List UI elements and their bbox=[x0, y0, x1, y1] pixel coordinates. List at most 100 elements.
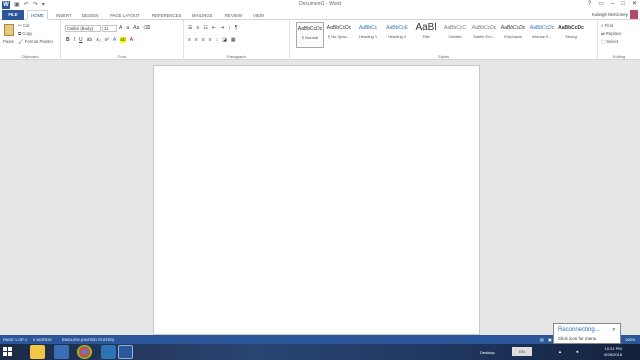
print-layout-icon[interactable]: ▣ bbox=[548, 335, 552, 344]
select-button[interactable]: ⬚ Select bbox=[601, 39, 618, 45]
align-right-icon[interactable]: ≡ bbox=[202, 37, 205, 43]
tab-review[interactable]: REVIEW bbox=[225, 11, 242, 20]
tab-references[interactable]: REFERENCES bbox=[152, 11, 181, 20]
tab-insert[interactable]: INSERT bbox=[56, 11, 72, 20]
tab-page-layout[interactable]: PAGE LAYOUT bbox=[110, 11, 140, 20]
ribbon: Paste ✂ Cut ⧉ Copy 🖌 Format Painter Clip… bbox=[0, 20, 640, 60]
align-left-icon[interactable]: ≡ bbox=[188, 37, 191, 43]
desktop-label[interactable]: Desktop bbox=[480, 350, 495, 355]
minimize-icon[interactable]: – bbox=[611, 0, 614, 9]
style-strong[interactable]: AaBbCcDc Strong bbox=[557, 22, 585, 48]
multilevel-list-icon[interactable]: ☷ bbox=[203, 25, 207, 31]
style-preview: AaBl bbox=[415, 22, 437, 33]
increase-indent-icon[interactable]: ⇥ bbox=[220, 25, 224, 31]
borders-icon[interactable]: ▦ bbox=[231, 37, 236, 43]
justify-icon[interactable]: ≡ bbox=[209, 37, 212, 43]
decrease-indent-icon[interactable]: ⇤ bbox=[212, 25, 216, 31]
tab-design[interactable]: DESIGN bbox=[82, 11, 98, 20]
style-preview: AaBbCcDc bbox=[326, 25, 352, 31]
style-subtle-emphasis[interactable]: AaBbCcDc Subtle Em... bbox=[470, 22, 498, 48]
font-size-controls: A a Aa ⌫ bbox=[119, 25, 150, 31]
close-icon[interactable]: ✕ bbox=[632, 0, 637, 9]
avatar[interactable] bbox=[630, 10, 638, 19]
help-icon[interactable]: ? bbox=[588, 0, 591, 9]
font-color-icon[interactable]: A bbox=[130, 37, 133, 43]
line-spacing-icon[interactable]: ↕ bbox=[216, 37, 219, 43]
align-center-icon[interactable]: ≡ bbox=[195, 37, 198, 43]
ribbon-display-icon[interactable]: ▭ bbox=[598, 0, 604, 9]
style-name: Emphasis bbox=[504, 34, 522, 39]
highlight-icon[interactable]: ab bbox=[120, 37, 126, 43]
text-effects-icon[interactable]: A bbox=[113, 37, 116, 43]
taskbar-app-icon[interactable] bbox=[101, 345, 116, 359]
document-page[interactable] bbox=[153, 65, 480, 335]
paste-button[interactable]: Paste bbox=[3, 39, 14, 44]
read-mode-icon[interactable]: ▤ bbox=[540, 335, 544, 344]
close-icon[interactable]: ✕ bbox=[612, 327, 616, 333]
clock[interactable]: 10:21 PM 6/26/2016 bbox=[604, 346, 622, 358]
sort-icon[interactable]: ↕ bbox=[228, 25, 231, 31]
strikethrough-icon[interactable]: ab bbox=[87, 37, 93, 43]
editing-group: ⌕ Find ⇄ Replace ⬚ Select Editing bbox=[598, 20, 640, 60]
superscript-icon[interactable]: x² bbox=[105, 37, 109, 43]
font-label: Font bbox=[117, 54, 126, 59]
clock-date: 6/26/2016 bbox=[604, 352, 622, 357]
word-taskbar-icon[interactable] bbox=[118, 345, 133, 359]
bold-icon[interactable]: B bbox=[66, 37, 70, 43]
show-formatting-icon[interactable]: ¶ bbox=[235, 25, 238, 31]
format-painter-button[interactable]: 🖌 Format Painter bbox=[18, 39, 53, 45]
language-status[interactable]: ENGLISH (UNITED STATES) bbox=[62, 335, 114, 344]
style-name: Subtitle bbox=[448, 34, 462, 39]
font-family-select[interactable]: Calibri (Body) bbox=[65, 25, 101, 32]
toast-subtitle: Click icon for menu bbox=[558, 336, 597, 341]
paste-icon[interactable] bbox=[4, 24, 14, 36]
word-count[interactable]: 0 WORDS bbox=[33, 335, 52, 344]
style-name: Strong bbox=[565, 34, 577, 39]
tab-mailings[interactable]: MAILINGS bbox=[192, 11, 213, 20]
style-preview: AaBbCcC bbox=[444, 25, 466, 31]
style-subtitle[interactable]: AaBbCcC Subtitle bbox=[441, 22, 469, 48]
user-name[interactable]: Kaleigh McKinney bbox=[592, 11, 628, 19]
style-emphasis[interactable]: AaBbCcDc Emphasis bbox=[499, 22, 527, 48]
style-heading-1[interactable]: AaBbCc Heading 1 bbox=[354, 22, 382, 48]
underline-icon[interactable]: U bbox=[79, 37, 83, 43]
style-name: Heading 1 bbox=[358, 34, 378, 39]
copy-button[interactable]: ⧉ Copy bbox=[18, 31, 32, 36]
page-count[interactable]: PAGE 1 OF 1 bbox=[3, 335, 27, 344]
shading-icon[interactable]: ◪ bbox=[222, 37, 227, 43]
media-player-icon[interactable] bbox=[54, 345, 69, 359]
find-button[interactable]: ⌕ Find bbox=[601, 23, 613, 28]
maximize-icon[interactable]: □ bbox=[621, 0, 625, 9]
bullets-icon[interactable]: ☰ bbox=[188, 25, 192, 31]
reconnecting-toast[interactable]: Reconnecting... ✕ Click icon for menu bbox=[553, 323, 621, 344]
paragraph-label: Paragraph bbox=[227, 54, 246, 59]
chrome-icon[interactable] bbox=[77, 345, 92, 359]
numbering-icon[interactable]: ≡ bbox=[196, 25, 199, 31]
tab-file[interactable]: FILE bbox=[2, 10, 24, 20]
style-heading-2[interactable]: AaBbCcE Heading 2 bbox=[383, 22, 411, 48]
replace-button[interactable]: ⇄ Replace bbox=[601, 31, 622, 37]
keyboard-indicator[interactable]: EN bbox=[512, 347, 532, 356]
network-icon[interactable]: ▲ bbox=[558, 349, 562, 354]
subscript-icon[interactable]: x₂ bbox=[96, 37, 100, 43]
grow-font-icon[interactable]: A bbox=[119, 25, 122, 31]
tab-home[interactable]: HOME bbox=[27, 10, 48, 20]
windows-logo-icon[interactable] bbox=[3, 347, 13, 357]
clear-formatting-icon[interactable]: ⌫ bbox=[143, 25, 150, 31]
shrink-font-icon[interactable]: a bbox=[126, 25, 129, 31]
style-normal[interactable]: AaBbCcDc ¶ Normal bbox=[296, 22, 324, 48]
volume-icon[interactable]: ◄ bbox=[575, 349, 579, 354]
italic-icon[interactable]: I bbox=[74, 37, 75, 43]
zoom-level[interactable]: 100% bbox=[625, 335, 635, 344]
title-bar: W ▣ ↶ ↷ ▾ Document1 - Word ? ▭ – □ ✕ bbox=[0, 0, 640, 10]
font-size-select[interactable]: 11 bbox=[102, 25, 117, 32]
change-case-icon[interactable]: Aa bbox=[133, 25, 139, 31]
tab-view[interactable]: VIEW bbox=[253, 11, 264, 20]
style-title[interactable]: AaBl Title bbox=[412, 22, 440, 48]
file-explorer-icon[interactable] bbox=[30, 345, 45, 359]
cut-button[interactable]: ✂ Cut bbox=[18, 23, 29, 29]
style-no-spacing[interactable]: AaBbCcDc ¶ No Spac... bbox=[325, 22, 353, 48]
font-format-controls: B I U ab x₂ x² A ab A bbox=[66, 37, 133, 43]
style-intense-emphasis[interactable]: AaBbCcDc Intense E... bbox=[528, 22, 556, 48]
style-preview: AaBbCcDc bbox=[471, 25, 497, 31]
